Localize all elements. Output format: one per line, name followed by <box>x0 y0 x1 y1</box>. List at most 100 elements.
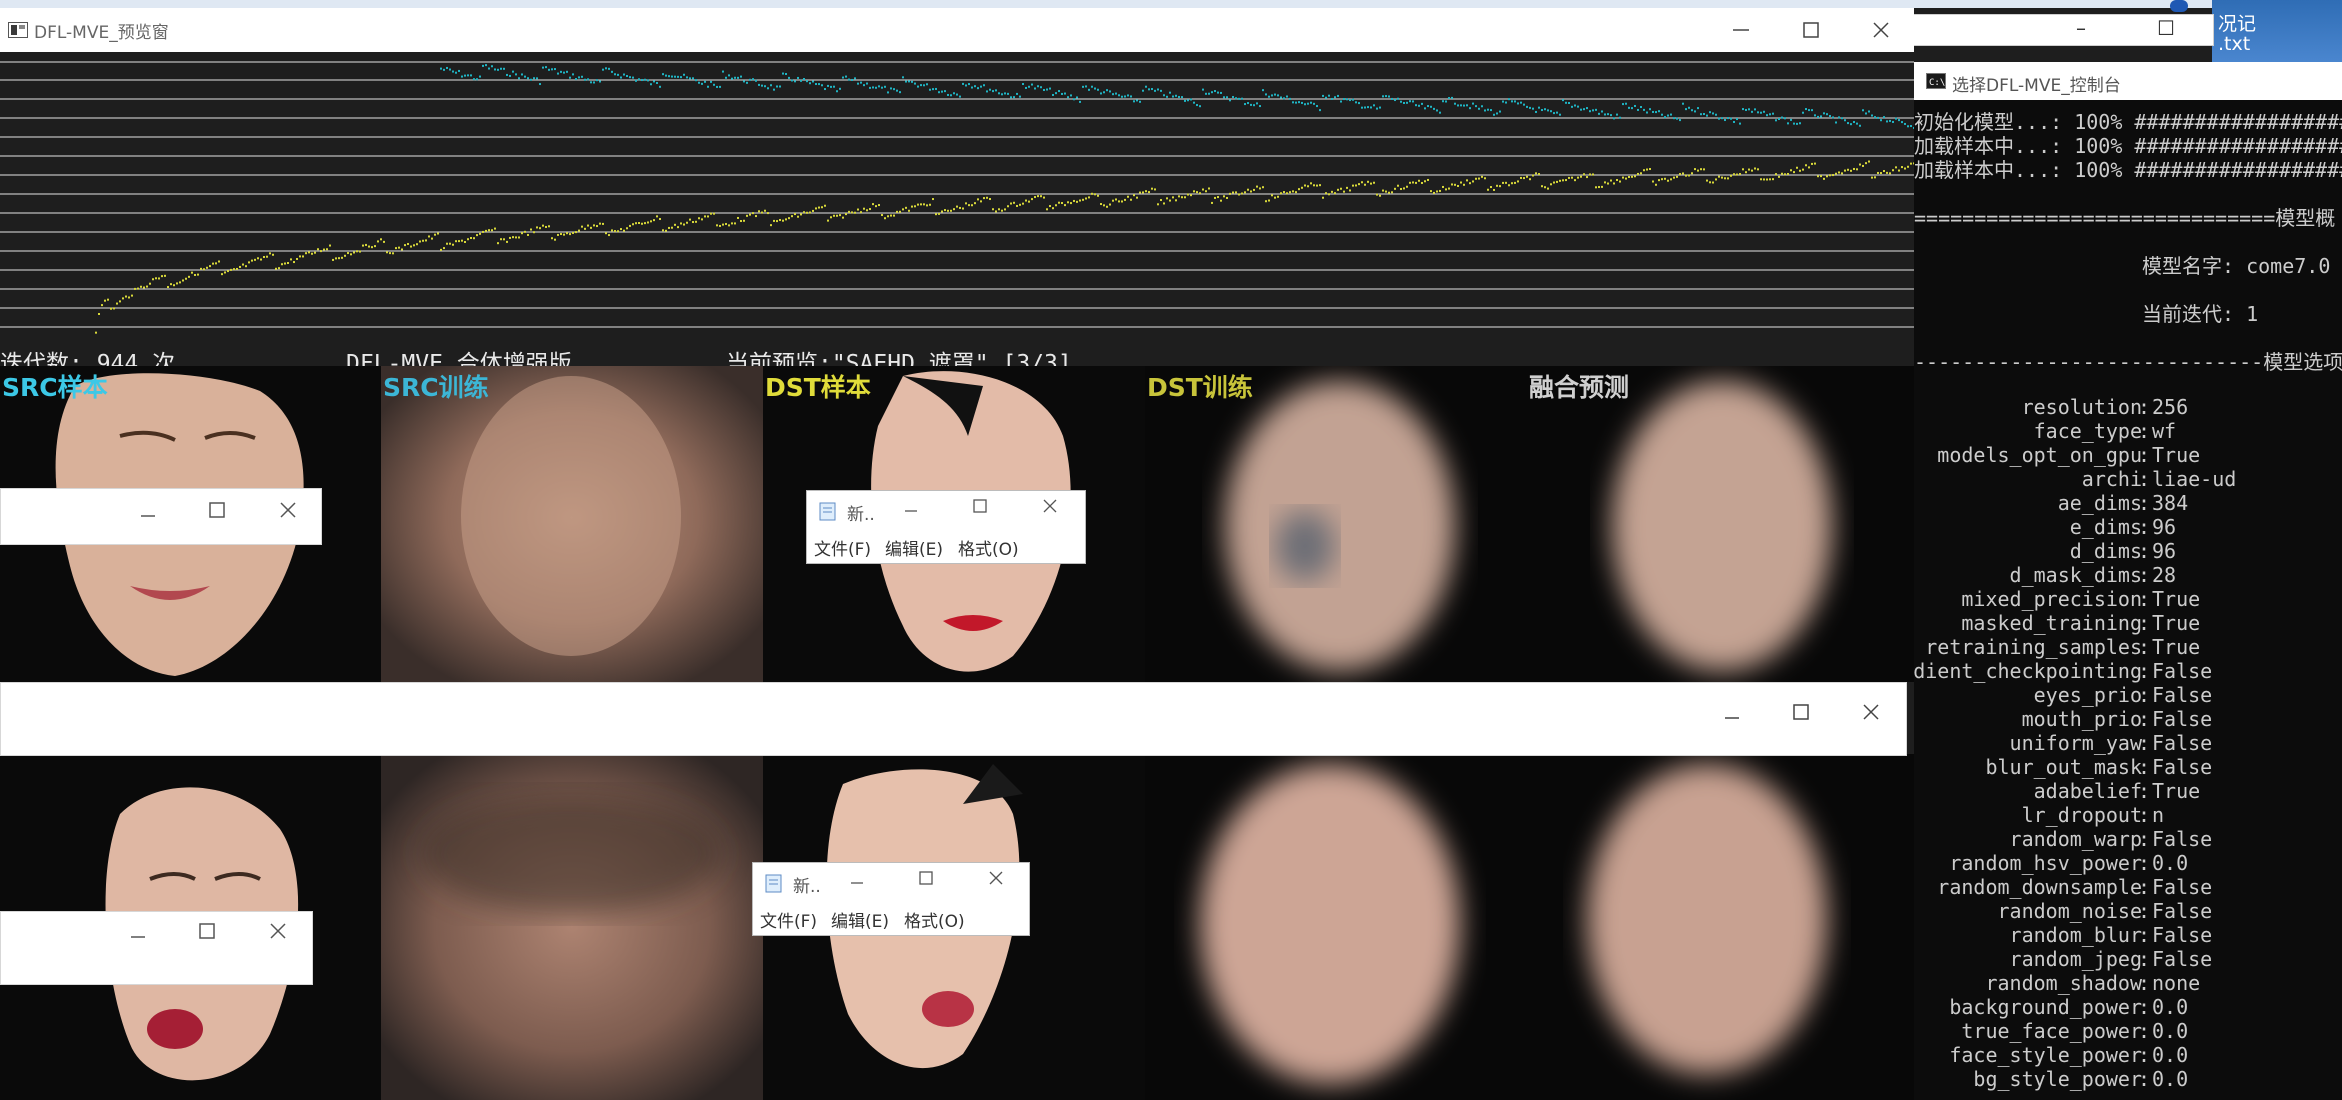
option-colon: : <box>2137 467 2150 491</box>
dst-loss-point <box>563 233 565 236</box>
menu-format[interactable]: 格式(O) <box>904 907 965 932</box>
model-summary-header: ==============================模型概 <box>1914 206 2336 230</box>
dst-loss-point <box>1790 169 1792 172</box>
console-titlebar[interactable]: C:\ 选择DFL-MVE_控制台 <box>1914 62 2342 100</box>
src-loss-point <box>557 72 559 75</box>
src-loss-point <box>1823 112 1825 115</box>
src-loss-point <box>1346 98 1348 101</box>
src-loss-point <box>644 78 646 81</box>
src-loss-point <box>1376 107 1378 110</box>
menu-edit[interactable]: 编辑(E) <box>885 535 943 560</box>
src-loss-point <box>566 70 568 73</box>
src-loss-point <box>1745 108 1747 111</box>
dst-loss-point <box>524 230 526 233</box>
dst-loss-point <box>989 198 991 201</box>
option-colon: : <box>2137 395 2150 419</box>
src-loss-point <box>1496 112 1498 115</box>
overlapping-window-2[interactable] <box>0 911 313 985</box>
dst-loss-point <box>1460 181 1462 184</box>
dst-loss-point <box>320 250 322 253</box>
dst-loss-point <box>185 277 187 280</box>
minimize-icon[interactable] <box>849 875 865 891</box>
src-loss-point <box>1151 88 1153 91</box>
src-loss-point <box>1451 96 1453 99</box>
minimize-icon[interactable] <box>139 507 157 525</box>
dst-loss-point <box>1310 182 1312 185</box>
src-loss-point <box>1307 102 1309 105</box>
src-loss-point <box>1148 88 1150 91</box>
option-colon: : <box>2137 707 2150 731</box>
src-loss-point <box>1508 98 1510 101</box>
minimize-icon[interactable] <box>1723 709 1741 727</box>
close-button[interactable] <box>1846 8 1916 52</box>
maximize-icon[interactable]: ☐ <box>2146 15 2186 41</box>
minimize-icon[interactable] <box>903 503 919 519</box>
menu-format[interactable]: 格式(O) <box>958 535 1019 560</box>
minimize-button[interactable] <box>1706 8 1776 52</box>
dst-loss-point <box>869 208 871 211</box>
src-loss-point <box>584 78 586 81</box>
dst-loss-point <box>947 209 949 212</box>
src-loss-point <box>1250 103 1252 106</box>
src-loss-point <box>575 78 577 81</box>
dst-loss-point <box>1277 195 1279 198</box>
dst-loss-point <box>1331 190 1333 193</box>
src-loss-point <box>1706 114 1708 117</box>
src-loss-point <box>449 68 451 71</box>
src-loss-point <box>836 90 838 93</box>
src-loss-point <box>893 88 895 91</box>
src-loss-point <box>872 86 874 89</box>
src-loss-point <box>995 89 997 92</box>
dst-loss-point <box>449 242 451 245</box>
close-icon[interactable] <box>988 870 1004 886</box>
dst-loss-point <box>1445 188 1447 191</box>
src-loss-point <box>1640 105 1642 108</box>
dst-loss-point <box>272 253 274 256</box>
src-loss-point <box>1232 95 1234 98</box>
menu-file[interactable]: 文件(F) <box>760 907 817 932</box>
dst-loss-point <box>1718 175 1720 178</box>
mini-notepad-2[interactable]: 新.. 文件(F) 编辑(E) 格式(O) <box>752 862 1030 936</box>
mini-notepad-1[interactable]: 新.. 文件(F) 编辑(E) 格式(O) <box>806 490 1086 564</box>
dst-loss-point <box>461 239 463 242</box>
src-loss-point <box>707 85 709 88</box>
src-loss-point <box>1616 113 1618 116</box>
maximize-icon[interactable] <box>208 501 226 519</box>
src-loss-point <box>1361 106 1363 109</box>
dst-loss-point <box>992 208 994 211</box>
maximize-icon[interactable] <box>972 498 988 514</box>
src-loss-point <box>1013 96 1015 99</box>
close-icon[interactable] <box>1042 498 1058 514</box>
face-image <box>1145 754 1527 1100</box>
maximize-icon[interactable] <box>198 922 216 940</box>
maximize-icon[interactable] <box>918 870 934 886</box>
dst-loss-point <box>1901 166 1903 169</box>
src-loss-point <box>1163 94 1165 97</box>
close-icon[interactable] <box>1862 703 1880 721</box>
close-icon[interactable] <box>269 922 287 940</box>
src-loss-point <box>881 86 883 89</box>
dst-loss-point <box>1895 166 1897 169</box>
src-loss-point <box>686 76 688 79</box>
menu-edit[interactable]: 编辑(E) <box>831 907 889 932</box>
minimize-icon[interactable]: – <box>2061 15 2101 41</box>
src-loss-point <box>605 67 607 70</box>
dst-loss-point <box>1151 187 1153 190</box>
dst-loss-point <box>1559 179 1561 182</box>
dst-loss-point <box>1829 174 1831 177</box>
overlapping-window-wide[interactable] <box>0 682 1907 756</box>
src-loss-point <box>917 85 919 88</box>
minimize-icon[interactable] <box>129 928 147 946</box>
maximize-button[interactable] <box>1776 8 1846 52</box>
src-loss-point <box>674 75 676 78</box>
dst-loss-point <box>848 210 850 213</box>
dst-loss-point <box>1025 199 1027 202</box>
src-loss-point <box>602 68 604 71</box>
overlapping-window-1[interactable] <box>0 488 322 545</box>
menu-file[interactable]: 文件(F) <box>814 535 871 560</box>
preview-titlebar[interactable]: DFL-MVE_预览窗 <box>0 8 1914 53</box>
maximize-icon[interactable] <box>1792 703 1810 721</box>
src-loss-point <box>1067 96 1069 99</box>
desktop-file-label[interactable]: 况记 .txt <box>2218 14 2256 54</box>
close-icon[interactable] <box>279 501 297 519</box>
